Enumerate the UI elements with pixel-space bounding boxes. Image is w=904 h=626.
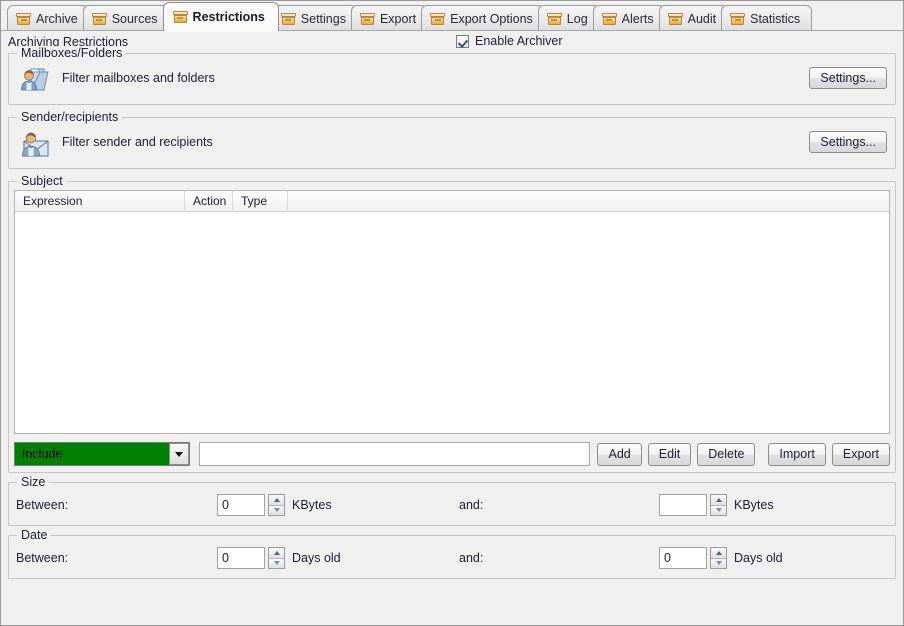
archive-box-icon [173,10,188,24]
export-button[interactable]: Export [832,443,890,466]
size-from-input[interactable] [217,494,265,516]
subject-group: Subject Expression Action Type Include A… [8,181,896,473]
size-to-unit-label: KBytes [734,498,774,512]
filter-mode-value: Include [15,447,169,461]
chevron-down-icon[interactable] [169,443,189,465]
spacer [1,473,903,482]
size-from-unit-label: KBytes [292,498,332,512]
archive-box-icon [730,12,745,26]
import-button[interactable]: Import [768,443,825,466]
delete-button[interactable]: Delete [697,443,755,466]
tab-label: Archive [36,12,78,26]
date-to-unit-label: Days old [734,551,783,565]
subject-controls-row: Include Add Edit Delete Import Export [14,442,890,466]
size-from-spin-buttons[interactable] [268,494,285,516]
tab-restrictions[interactable]: Restrictions [163,2,279,31]
tab-log[interactable]: Log [538,5,600,31]
date-from-unit-label: Days old [292,551,341,565]
table-header-row: Expression Action Type [15,191,889,212]
spinner-down-icon[interactable] [711,505,726,516]
spinner-down-icon[interactable] [269,505,284,516]
tab-audit[interactable]: Audit [659,5,729,31]
checkmark-icon [456,35,469,48]
user-envelope-icon [18,127,52,161]
tab-settings[interactable]: Settings [272,5,358,31]
date-to-stepper[interactable] [659,547,727,569]
subject-expressions-table[interactable]: Expression Action Type [14,190,890,434]
column-header-filler [288,191,889,211]
senders-settings-button[interactable]: Settings... [809,131,887,153]
mailboxes-settings-button[interactable]: Settings... [809,67,887,89]
restrictions-pane: Archiving Restrictions Enable Archiver M… [1,31,903,625]
size-group: Size Between: KBytes and: [8,482,896,526]
enable-archiver-checkbox[interactable]: Enable Archiver [456,34,563,48]
spinner-down-icon[interactable] [269,558,284,569]
filter-mode-dropdown[interactable]: Include [14,442,190,466]
sender-recipients-group: Sender/recipients Filter sen [8,117,896,169]
date-and-label: and: [459,551,483,565]
tab-label: Export Options [450,12,533,26]
mailboxes-folders-group: Mailboxes/Folders [8,53,896,105]
size-between-label: Between: [16,498,68,512]
edit-button[interactable]: Edit [648,443,692,466]
spinner-up-icon[interactable] [269,548,284,558]
tab-sources[interactable]: Sources [83,5,170,31]
size-to-stepper[interactable] [659,494,727,516]
enable-archiver-label: Enable Archiver [475,34,563,48]
date-from-spin-buttons[interactable] [268,547,285,569]
size-to-input[interactable] [659,494,707,516]
size-from-stepper[interactable] [217,494,285,516]
archive-box-icon [668,12,683,26]
spinner-down-icon[interactable] [711,558,726,569]
date-to-spin-buttons[interactable] [710,547,727,569]
mailboxes-item-label: Filter mailboxes and folders [62,71,215,85]
date-to-input[interactable] [659,547,707,569]
column-header-expression[interactable]: Expression [15,191,185,211]
tab-label: Restrictions [193,10,265,24]
add-button[interactable]: Add [597,443,641,466]
size-and-label: and: [459,498,483,512]
tab-label: Export [380,12,416,26]
tab-label: Log [567,12,588,26]
tab-alerts[interactable]: Alerts [593,5,666,31]
tab-export[interactable]: Export [351,5,428,31]
tab-bar: Archive Sources Restrictions Settings Ex… [1,1,903,31]
page-header-row: Archiving Restrictions Enable Archiver [1,31,903,53]
tab-label: Alerts [622,12,654,26]
archive-box-icon [92,12,107,26]
column-header-action[interactable]: Action [185,191,233,211]
spacer [1,169,903,181]
archive-box-icon [281,12,296,26]
archive-box-icon [16,12,31,26]
spacer [1,105,903,117]
group-legend: Subject [17,174,67,188]
tab-label: Sources [112,12,158,26]
spinner-up-icon[interactable] [711,548,726,558]
date-group: Date Between: Days old and: [8,535,896,579]
archive-box-icon [360,12,375,26]
date-from-input[interactable] [217,547,265,569]
archive-box-icon [602,12,617,26]
archive-box-icon [547,12,562,26]
expression-input[interactable] [199,442,590,466]
column-header-type[interactable]: Type [233,191,288,211]
senders-item-label: Filter sender and recipients [62,135,213,149]
user-folder-icon [18,63,52,97]
date-from-stepper[interactable] [217,547,285,569]
table-body [15,212,889,434]
tab-export-options[interactable]: Export Options [421,5,545,31]
tab-archive[interactable]: Archive [7,5,90,31]
archive-box-icon [430,12,445,26]
application-window: Archive Sources Restrictions Settings Ex… [0,0,904,626]
tab-statistics[interactable]: Statistics [721,5,812,31]
tab-label: Audit [688,12,717,26]
spacer [1,526,903,535]
tab-label: Settings [301,12,346,26]
spinner-up-icon[interactable] [711,495,726,505]
size-to-spin-buttons[interactable] [710,494,727,516]
spinner-up-icon[interactable] [269,495,284,505]
date-between-label: Between: [16,551,68,565]
tab-label: Statistics [750,12,800,26]
